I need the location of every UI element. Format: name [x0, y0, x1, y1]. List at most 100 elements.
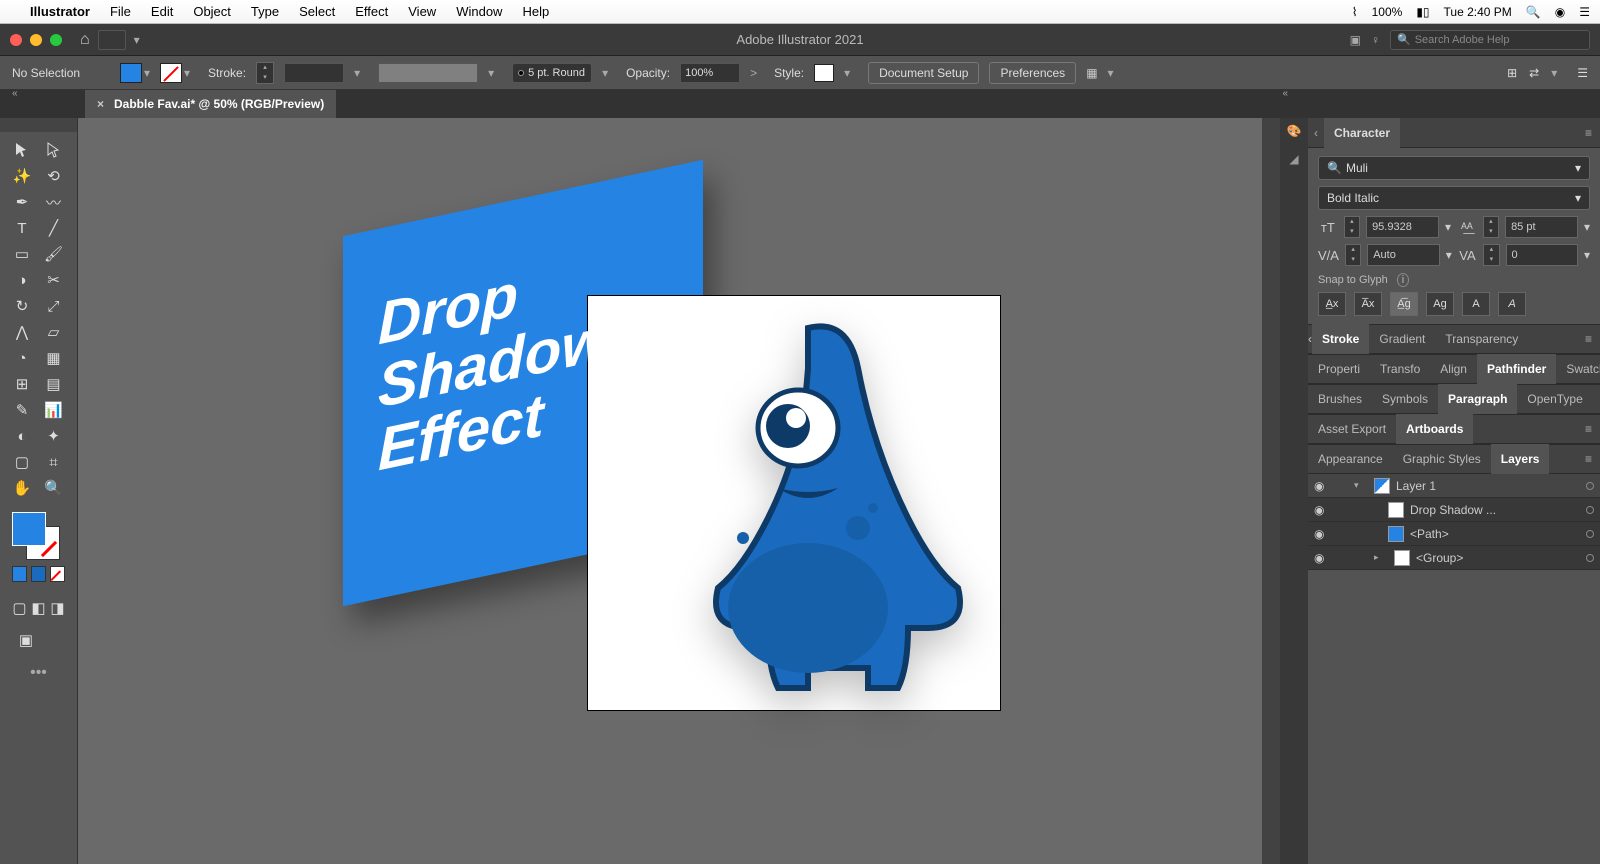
target-icon[interactable]	[1586, 530, 1594, 538]
opacity-dd[interactable]: >	[750, 66, 764, 80]
canvas[interactable]: Drop Shadow Effect	[78, 118, 1262, 864]
arrange-dropdown-icon[interactable]: ▾	[134, 33, 148, 47]
fill-stroke-control[interactable]	[12, 512, 60, 560]
stroke-profile-field[interactable]	[378, 63, 478, 83]
target-icon[interactable]	[1586, 482, 1594, 490]
perspective-tool[interactable]: ▦	[40, 346, 68, 370]
mesh-tool[interactable]: ⊞	[8, 372, 36, 396]
menu-window[interactable]: Window	[456, 4, 502, 19]
blend-tool[interactable]: ◐	[8, 424, 36, 448]
line-tool[interactable]: ╱	[40, 216, 68, 240]
document-setup-button[interactable]: Document Setup	[868, 62, 979, 84]
lasso-tool[interactable]: ⟲	[40, 164, 68, 188]
tab-symbols[interactable]: Symbols	[1372, 384, 1438, 414]
spotlight-icon[interactable]: 🔍	[1526, 5, 1541, 19]
menu-object[interactable]: Object	[193, 4, 231, 19]
layer-row[interactable]: ◉ Drop Shadow ...	[1308, 498, 1600, 522]
direct-selection-tool[interactable]	[40, 138, 68, 162]
menu-edit[interactable]: Edit	[151, 4, 173, 19]
tab-pathfinder[interactable]: Pathfinder	[1477, 354, 1556, 384]
artboard-tool[interactable]: ▢	[8, 450, 36, 474]
color-guide-icon[interactable]: ◢	[1289, 152, 1298, 166]
tab-paragraph[interactable]: Paragraph	[1438, 384, 1517, 414]
menu-select[interactable]: Select	[299, 4, 335, 19]
layer-name[interactable]: <Group>	[1416, 551, 1463, 565]
stroke-swatch[interactable]	[160, 63, 182, 83]
tab-appearance[interactable]: Appearance	[1308, 444, 1393, 474]
menu-effect[interactable]: Effect	[355, 4, 388, 19]
close-window-button[interactable]	[10, 34, 22, 46]
kerning-stepper[interactable]: ▴▾	[1345, 244, 1361, 266]
free-transform-tool[interactable]: ▱	[40, 320, 68, 344]
tab-layers[interactable]: Layers	[1491, 444, 1550, 474]
selection-tool[interactable]	[8, 138, 36, 162]
menu-view[interactable]: View	[408, 4, 436, 19]
scale-tool[interactable]: ⤢	[40, 294, 68, 318]
layer-row[interactable]: ◉ ▸ <Group>	[1308, 546, 1600, 570]
glyph-snap-angular[interactable]: A	[1462, 292, 1490, 316]
expand-toggle[interactable]: ▾	[1354, 480, 1368, 491]
target-icon[interactable]	[1586, 554, 1594, 562]
glyph-snap-baseline[interactable]: A̲x	[1318, 292, 1346, 316]
home-button[interactable]: ⌂	[80, 31, 90, 49]
expand-toggle[interactable]: ▸	[1374, 552, 1388, 563]
glyph-snap-bounds[interactable]: A̲̅g	[1390, 292, 1418, 316]
eyedropper-tool[interactable]: ✎	[8, 398, 36, 422]
font-size-stepper[interactable]: ▴▾	[1344, 216, 1360, 238]
preferences-button[interactable]: Preferences	[989, 62, 1076, 84]
graphic-style-swatch[interactable]	[814, 64, 834, 82]
stroke-weight-stepper[interactable]: ▴▾	[256, 62, 274, 84]
color-panel-icon[interactable]: 🎨	[1287, 124, 1302, 138]
stroke-weight-field[interactable]	[284, 63, 344, 83]
stroke-dropdown-icon[interactable]: ▾	[184, 66, 198, 80]
fill-color-box[interactable]	[12, 512, 46, 546]
tab-swatches[interactable]: Swatch	[1556, 354, 1600, 384]
width-tool[interactable]: ⋀	[8, 320, 36, 344]
layer-name[interactable]: Drop Shadow ...	[1410, 503, 1496, 517]
document-tab[interactable]: × Dabble Fav.ai* @ 50% (RGB/Preview)	[85, 90, 336, 118]
brush-dd[interactable]: ▾	[602, 66, 616, 80]
target-icon[interactable]	[1586, 506, 1594, 514]
curvature-tool[interactable]: 〰	[40, 190, 68, 214]
panel-menu-icon[interactable]: ≡	[1577, 126, 1600, 140]
stroke-profile-dd[interactable]: ▾	[488, 66, 502, 80]
control-center-icon[interactable]: ☰	[1579, 5, 1590, 19]
gradient-tool[interactable]: ▤	[40, 372, 68, 396]
app-name[interactable]: Illustrator	[30, 4, 90, 19]
eraser-tool[interactable]: ✂	[40, 268, 68, 292]
glyph-snap-xheight[interactable]: A̅x	[1354, 292, 1382, 316]
tab-brushes[interactable]: Brushes	[1308, 384, 1372, 414]
screen-mode-button[interactable]: ▣	[12, 628, 40, 652]
glyph-snap-italic[interactable]: A	[1498, 292, 1526, 316]
tab-transform[interactable]: Transfo	[1370, 354, 1430, 384]
tab-stroke[interactable]: Stroke	[1312, 324, 1369, 354]
glyph-snap-proximity[interactable]: Ag	[1426, 292, 1454, 316]
arrange-documents-button[interactable]	[98, 30, 126, 50]
tab-asset-export[interactable]: Asset Export	[1308, 414, 1396, 444]
fill-swatch[interactable]	[120, 63, 142, 83]
shaper-tool[interactable]: ◑	[8, 268, 36, 292]
tab-character[interactable]: Character	[1324, 118, 1400, 148]
minimize-window-button[interactable]	[30, 34, 42, 46]
layer-name[interactable]: Layer 1	[1396, 479, 1436, 493]
search-input[interactable]: 🔍 Search Adobe Help	[1390, 30, 1590, 50]
close-tab-icon[interactable]: ×	[97, 97, 104, 111]
brush-field[interactable]: 5 pt. Round	[512, 63, 592, 83]
panel-menu-icon[interactable]: ☰	[1577, 66, 1588, 80]
learn-icon[interactable]: ♀	[1371, 33, 1380, 47]
paintbrush-tool[interactable]: 🖌	[40, 242, 68, 266]
symbol-sprayer-tool[interactable]: ✦	[40, 424, 68, 448]
tab-transparency[interactable]: Transparency	[1435, 324, 1528, 354]
tracking-stepper[interactable]: ▴▾	[1483, 244, 1499, 266]
hand-tool[interactable]: ✋	[8, 476, 36, 500]
layer-row[interactable]: ◉ <Path>	[1308, 522, 1600, 546]
zoom-window-button[interactable]	[50, 34, 62, 46]
gradient-mode-button[interactable]	[31, 566, 46, 582]
draw-behind-button[interactable]: ◧	[31, 596, 46, 620]
pen-tool[interactable]: ✒	[8, 190, 36, 214]
transform-icon[interactable]: ⇄	[1529, 66, 1539, 80]
rectangle-tool[interactable]: ▭	[8, 242, 36, 266]
none-mode-button[interactable]	[50, 566, 65, 582]
info-icon[interactable]: i	[1397, 273, 1409, 287]
menu-file[interactable]: File	[110, 4, 131, 19]
